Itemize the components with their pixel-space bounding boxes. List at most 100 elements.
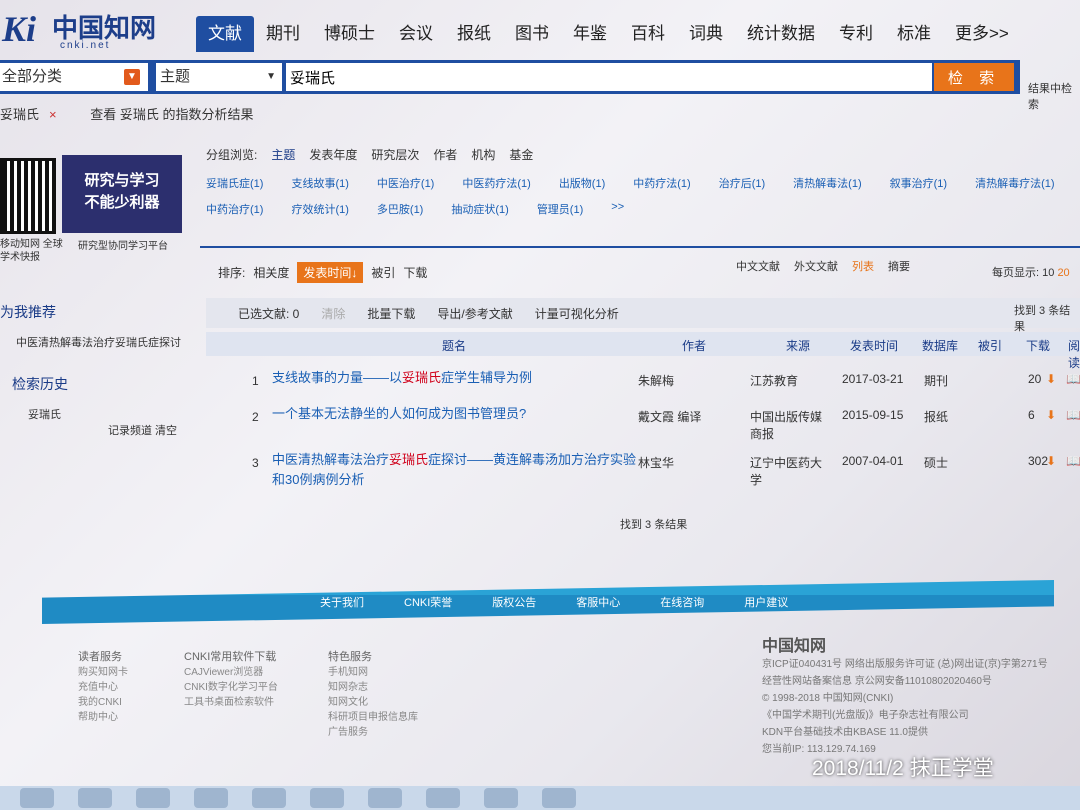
filter-chip[interactable]: 疗效统计(1) [291, 201, 348, 217]
filter-chip[interactable]: 中药疗法(1) [633, 175, 690, 191]
taskbar-app-icon[interactable] [484, 788, 518, 808]
nav-tab[interactable]: 百科 [619, 16, 677, 52]
group-tab[interactable]: 机构 [471, 146, 495, 163]
close-icon[interactable]: × [49, 107, 57, 122]
footer-link[interactable]: 客服中心 [576, 594, 620, 610]
filter-chip[interactable]: 治疗后(1) [719, 175, 765, 191]
foreign-docs-toggle[interactable]: 外文文献 [794, 258, 838, 274]
page-size-20[interactable]: 20 [1057, 267, 1069, 279]
page-size-10[interactable]: 10 [1042, 267, 1054, 279]
filter-chip[interactable]: 妥瑞氏症(1) [206, 175, 263, 191]
read-icon[interactable]: 📖 [1066, 408, 1080, 422]
footer-link[interactable]: CNKI荣誉 [404, 594, 452, 610]
read-icon[interactable]: 📖 [1066, 372, 1080, 386]
result-title-link[interactable]: 中医清热解毒法治疗妥瑞氏症探讨——黄连解毒汤加方治疗实验和30例病例分析 [272, 450, 642, 490]
footer-link[interactable]: 在线咨询 [660, 594, 704, 610]
filter-chip[interactable]: >> [611, 201, 624, 217]
taskbar-app-icon[interactable] [542, 788, 576, 808]
filter-chip[interactable]: 出版物(1) [559, 175, 605, 191]
nav-tab[interactable]: 会议 [387, 16, 445, 52]
download-icon[interactable]: ⬇ [1046, 372, 1056, 386]
export-button[interactable]: 导出/参考文献 [437, 305, 512, 322]
filter-chip[interactable]: 清热解毒疗法(1) [975, 175, 1054, 191]
cnki-logo[interactable]: Ki 中国知网 cnki.net [0, 4, 190, 54]
filter-chip[interactable]: 叙事治疗(1) [890, 175, 947, 191]
author-link[interactable]: 朱解梅 [638, 372, 674, 389]
sort-option[interactable]: 相关度 [253, 264, 289, 281]
query-chip[interactable]: 妥瑞氏 [0, 107, 39, 122]
clear-button[interactable]: 清除 [321, 305, 345, 322]
nav-tab[interactable]: 标准 [885, 16, 943, 52]
footer-link[interactable]: 充值中心 [78, 680, 128, 695]
visual-analysis-button[interactable]: 计量可视化分析 [535, 305, 619, 322]
footer-link[interactable]: 知网杂志 [328, 680, 418, 695]
footer-link[interactable]: 手机知网 [328, 665, 418, 680]
filter-chip[interactable]: 中医治疗(1) [377, 175, 434, 191]
download-icon[interactable]: ⬇ [1046, 408, 1056, 422]
nav-tab[interactable]: 文献 [196, 16, 254, 52]
nav-tab[interactable]: 期刊 [254, 16, 312, 52]
source-link[interactable]: 辽宁中医药大学 [750, 454, 830, 488]
nav-tab[interactable]: 图书 [503, 16, 561, 52]
taskbar-app-icon[interactable] [194, 788, 228, 808]
field-select[interactable]: 主题 ▼ [156, 63, 282, 91]
nav-tab[interactable]: 专利 [827, 16, 885, 52]
footer-link[interactable]: 版权公告 [492, 594, 536, 610]
footer-link[interactable]: CAJViewer浏览器 [184, 665, 278, 680]
search-input[interactable] [286, 63, 932, 91]
filter-chip[interactable]: 多巴胺(1) [377, 201, 423, 217]
category-select[interactable]: 全部分类 ▼ [0, 63, 148, 91]
taskbar-app-icon[interactable] [310, 788, 344, 808]
chevron-down-icon[interactable]: ▼ [124, 69, 140, 85]
nav-tab[interactable]: 年鉴 [561, 16, 619, 52]
footer-link[interactable]: 关于我们 [320, 594, 364, 610]
read-icon[interactable]: 📖 [1066, 454, 1080, 468]
footer-link[interactable]: 科研项目申报信息库 [328, 710, 418, 725]
history-item[interactable]: 妥瑞氏 [28, 406, 61, 422]
filter-chip[interactable]: 抽动症状(1) [451, 201, 508, 217]
footer-link[interactable]: 购买知网卡 [78, 665, 128, 680]
result-title-link[interactable]: 一个基本无法静坐的人如何成为图书管理员? [272, 404, 642, 424]
footer-link[interactable]: 知网文化 [328, 695, 418, 710]
nav-tab[interactable]: 报纸 [445, 16, 503, 52]
sort-option[interactable]: 发表时间↓ [297, 262, 364, 283]
group-tab[interactable]: 研究层次 [371, 146, 419, 163]
col-title[interactable]: 题名 [442, 337, 466, 354]
group-tab[interactable]: 主题 [271, 146, 295, 163]
filter-chip[interactable]: 中医药疗法(1) [462, 175, 530, 191]
chinese-docs-toggle[interactable]: 中文文献 [736, 258, 780, 274]
group-tab[interactable]: 作者 [433, 146, 457, 163]
filter-chip[interactable]: 管理员(1) [537, 201, 583, 217]
filter-chip[interactable]: 中药治疗(1) [206, 201, 263, 217]
footer-link[interactable]: 广告服务 [328, 725, 418, 740]
taskbar-app-icon[interactable] [368, 788, 402, 808]
filter-chip[interactable]: 支线故事(1) [291, 175, 348, 191]
nav-tab[interactable]: 统计数据 [735, 16, 827, 52]
result-title-link[interactable]: 支线故事的力量——以妥瑞氏症学生辅导为例 [272, 368, 642, 388]
nav-tab[interactable]: 更多>> [943, 16, 1021, 52]
footer-link[interactable]: 我的CNKI [78, 695, 128, 710]
taskbar-app-icon[interactable] [78, 788, 112, 808]
col-downloads[interactable]: 下载 [1026, 337, 1050, 354]
search-button[interactable]: 检 索 [934, 63, 1014, 91]
col-author[interactable]: 作者 [682, 337, 706, 354]
col-source[interactable]: 来源 [786, 337, 810, 354]
footer-link[interactable]: CNKI数字化学习平台 [184, 680, 278, 695]
footer-link[interactable]: 用户建议 [744, 594, 788, 610]
search-within-link[interactable]: 结果中检索 [1028, 80, 1080, 112]
taskbar-app-icon[interactable] [136, 788, 170, 808]
col-read[interactable]: 阅读 [1068, 337, 1080, 371]
author-link[interactable]: 戴文霞 编译 [638, 408, 701, 425]
recommend-item[interactable]: 中医清热解毒法治疗妥瑞氏症探讨 [16, 334, 181, 350]
abstract-view-button[interactable]: 摘要 [888, 258, 910, 274]
source-link[interactable]: 江苏教育 [750, 372, 830, 389]
col-cited[interactable]: 被引 [978, 337, 1002, 354]
group-tab[interactable]: 发表年度 [309, 146, 357, 163]
batch-download-button[interactable]: 批量下载 [367, 305, 415, 322]
col-date[interactable]: 发表时间 [850, 337, 898, 354]
taskbar-app-icon[interactable] [252, 788, 286, 808]
author-link[interactable]: 林宝华 [638, 454, 674, 471]
nav-tab[interactable]: 博硕士 [312, 16, 387, 52]
index-analysis-link[interactable]: 查看 妥瑞氏 的指数分析结果 [90, 107, 253, 122]
filter-chip[interactable]: 清热解毒法(1) [793, 175, 861, 191]
